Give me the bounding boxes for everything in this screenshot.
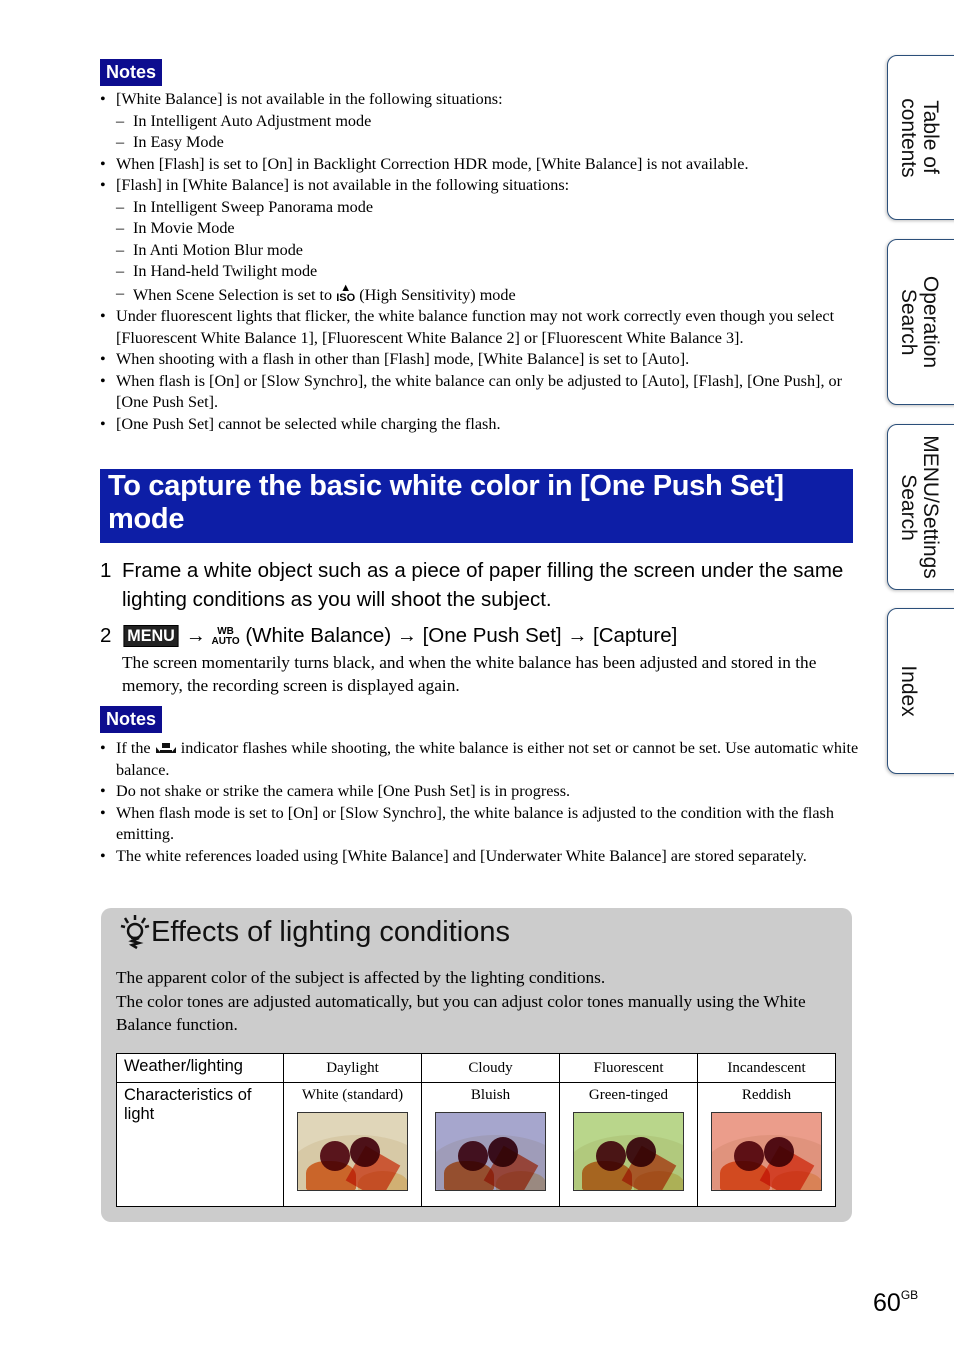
sample-photo xyxy=(435,1112,546,1191)
note-item: • When shooting with a flash in other tha… xyxy=(100,350,690,368)
note-sub-item: – In Anti Motion Blur mode xyxy=(116,240,303,259)
high-sensitivity-iso-icon: ▲ ISO xyxy=(336,281,356,304)
table-row: Weather/lighting Daylight Cloudy Fluores… xyxy=(116,1053,836,1083)
tab-menu-settings-search[interactable]: MENU/Settings Search xyxy=(887,424,954,590)
column-header: Incandescent xyxy=(697,1053,836,1083)
table-row: Characteristics of light White (standard… xyxy=(116,1082,836,1207)
step-1: 1 Frame a white object such as a piece o… xyxy=(100,556,860,614)
note-sub-item: – In Easy Mode xyxy=(116,133,224,151)
step-text: Frame a white object such as a piece of … xyxy=(122,559,844,611)
notes-list-bottom: • If the indicator flashes while shooting… xyxy=(100,738,860,867)
note-item: • [White Balance] is not available in the… xyxy=(100,89,860,154)
notes-badge: Notes xyxy=(100,706,163,733)
photo-tint xyxy=(436,1113,545,1190)
table-cell: White (standard) xyxy=(283,1082,422,1207)
note-item: • If the indicator flashes while shooting… xyxy=(100,739,859,779)
table-cell: Green-tinged xyxy=(559,1082,698,1207)
column-header: Cloudy xyxy=(421,1053,560,1083)
page-number: 60GB xyxy=(873,1288,919,1317)
white-balance-auto-icon: WB AUTO xyxy=(211,626,240,647)
note-item: • Do not shake or strike the camera while… xyxy=(100,782,571,800)
tips-title: Effects of lighting conditions xyxy=(119,914,510,950)
hint-lightbulb-icon xyxy=(120,915,150,950)
note-item: • [Flash] in [White Balance] is not avail… xyxy=(100,175,860,306)
note-item: • When [Flash] is set to [On] in Backligh… xyxy=(100,154,749,173)
tab-table-of-contents[interactable]: Table of contents xyxy=(887,55,954,220)
table-cell: Bluish xyxy=(421,1082,560,1207)
step-number: 1 xyxy=(100,559,112,582)
arrow-icon: → xyxy=(567,625,588,647)
tab-index[interactable]: Index xyxy=(887,608,954,774)
note-item: • The white references loaded using [Whit… xyxy=(100,846,807,865)
photo-tint xyxy=(298,1113,407,1190)
notes-list-top: • [White Balance] is not available in the… xyxy=(100,89,860,435)
note-sub-item: – In Intelligent Auto Adjustment mode xyxy=(116,111,372,130)
white-balance-warning-icon xyxy=(155,739,177,753)
row-header: Weather/lighting xyxy=(116,1053,284,1083)
column-header: Daylight xyxy=(283,1053,422,1083)
photo-tint xyxy=(712,1113,821,1190)
arrow-icon: → xyxy=(396,625,417,647)
sample-photo xyxy=(573,1112,684,1191)
note-item: • Under fluorescent lights that flicker, … xyxy=(100,307,835,347)
note-item: • When flash is [On] or [Slow Synchro], t… xyxy=(100,371,843,412)
arrow-icon: → xyxy=(185,625,206,647)
note-sub-item: – In Movie Mode xyxy=(116,219,235,237)
section-heading: To capture the basic white color in [One… xyxy=(100,469,853,543)
step-number: 2 xyxy=(100,624,112,647)
step-2-description: The screen momentarily turns black, and … xyxy=(122,653,817,695)
note-item: • [One Push Set] cannot be selected while… xyxy=(100,414,501,433)
tips-text: The apparent color of the subject is aff… xyxy=(116,968,806,1034)
note-sub-item: – When Scene Selection is set to ▲ ISO (Hi… xyxy=(116,281,516,304)
table-cell: Reddish xyxy=(697,1082,836,1207)
note-sub-item: – In Intelligent Sweep Panorama mode xyxy=(116,197,374,216)
sample-photo xyxy=(297,1112,408,1191)
row-header: Characteristics of light xyxy=(116,1082,284,1207)
tab-operation-search[interactable]: Operation Search xyxy=(887,239,954,405)
note-item: • When flash mode is set to [On] or [Slow… xyxy=(100,803,834,844)
note-sub-item: – In Hand-held Twilight mode xyxy=(116,262,318,280)
tips-box: Effects of lighting conditions The appar… xyxy=(101,908,852,1222)
column-header: Fluorescent xyxy=(559,1053,698,1083)
notes-badge: Notes xyxy=(100,59,163,86)
step-2: 2 MENU → WB AUTO (White Balance) → [One P… xyxy=(100,621,860,651)
lighting-conditions-table: Weather/lighting Daylight Cloudy Fluores… xyxy=(116,1053,836,1207)
menu-button-icon: MENU xyxy=(123,625,179,647)
sample-photo xyxy=(711,1112,822,1191)
photo-tint xyxy=(574,1113,683,1190)
